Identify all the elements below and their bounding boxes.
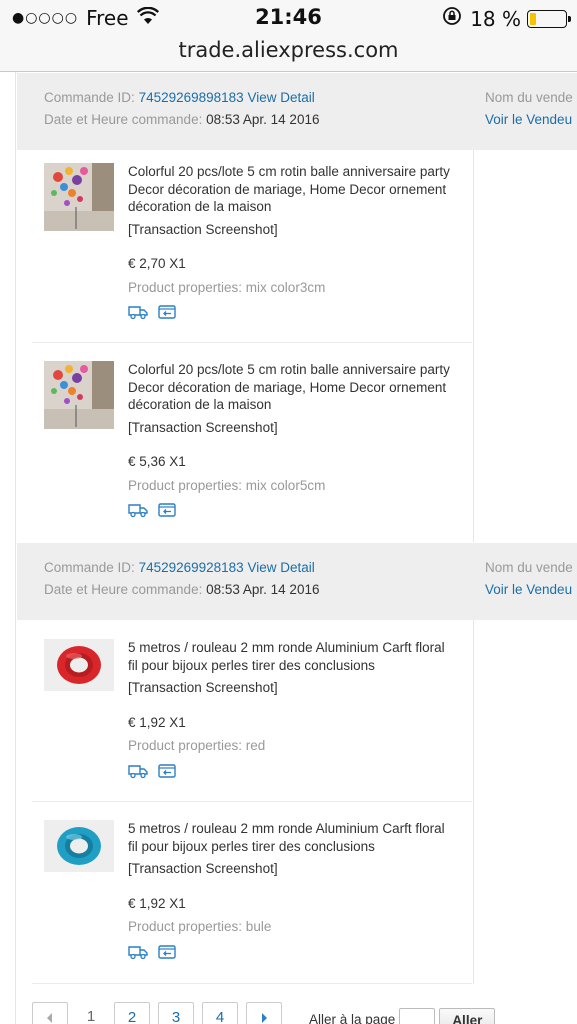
transaction-screenshot-link[interactable]: [Transaction Screenshot] [128, 419, 458, 437]
product-title[interactable]: 5 metros / rouleau 2 mm ronde Aluminium … [128, 820, 458, 855]
product-image-blue-wire[interactable] [44, 820, 114, 888]
page-4[interactable]: 4 [202, 1002, 238, 1024]
chevron-left-icon [47, 1013, 52, 1023]
transaction-screenshot-link[interactable]: [Transaction Screenshot] [128, 860, 458, 878]
product-properties: Product properties: red [128, 738, 266, 753]
order-id-link[interactable]: 74529269928183 [139, 560, 244, 575]
product-separator [32, 983, 472, 984]
goto-page-button[interactable]: Aller [439, 1008, 496, 1024]
url-bar[interactable]: trade.aliexpress.com [0, 36, 577, 72]
shipping-truck-icon[interactable] [128, 304, 148, 320]
return-box-icon[interactable] [158, 944, 176, 960]
transaction-screenshot-link[interactable]: [Transaction Screenshot] [128, 221, 458, 239]
goto-page-label: Aller à la page [309, 1012, 396, 1024]
next-page-button[interactable] [246, 1002, 282, 1024]
view-seller-link[interactable]: Voir le Vendeu [485, 579, 573, 601]
order-id-link[interactable]: 74529269898183 [139, 90, 244, 105]
battery-percent: 18 % [470, 6, 521, 31]
page-3[interactable]: 3 [158, 1002, 194, 1024]
goto-page: Aller à la page Aller [309, 1008, 496, 1024]
order-header: Commande ID: 74529269898183 View Detail … [17, 73, 577, 150]
seller-name-label: Nom du vende [485, 560, 573, 575]
product-separator [32, 342, 472, 343]
shipping-truck-icon[interactable] [128, 763, 148, 779]
prev-page-button[interactable] [32, 1002, 68, 1024]
product-properties: Product properties: mix color3cm [128, 279, 326, 295]
view-detail-link[interactable]: View Detail [247, 90, 314, 105]
order-header: Commande ID: 74529269928183 View Detail … [17, 543, 577, 620]
goto-page-input[interactable] [399, 1008, 436, 1024]
product-price: € 5,36 X1 [128, 454, 186, 469]
return-box-icon[interactable] [158, 763, 176, 779]
product-price: € 2,70 X1 [128, 256, 186, 271]
shipping-truck-icon[interactable] [128, 502, 148, 518]
product-price: € 1,92 X1 [128, 895, 186, 911]
product-title[interactable]: Colorful 20 pcs/lote 5 cm rotin balle an… [128, 361, 458, 414]
view-seller-link[interactable]: Voir le Vendeu [485, 109, 573, 131]
order-id-label: Commande ID: [44, 90, 135, 105]
order-date: 08:53 Apr. 14 2016 [206, 582, 320, 597]
return-box-icon[interactable] [158, 502, 176, 518]
status-bar: ●○○○○ Free 21:46 18 % [0, 0, 577, 36]
product-image-colorful-balls[interactable] [44, 361, 114, 429]
column-divider [473, 620, 474, 984]
return-box-icon[interactable] [158, 304, 176, 320]
product-properties: Product properties: bule [128, 919, 272, 934]
seller-name-label: Nom du vende [485, 90, 573, 105]
page-2[interactable]: 2 [114, 1002, 150, 1024]
product-separator [32, 801, 472, 802]
view-detail-link[interactable]: View Detail [247, 560, 314, 575]
transaction-screenshot-link[interactable]: [Transaction Screenshot] [128, 679, 458, 697]
product-price: € 1,92 X1 [128, 714, 186, 730]
shipping-truck-icon[interactable] [128, 944, 148, 960]
chevron-right-icon [262, 1013, 267, 1023]
page-1: 1 [76, 1002, 106, 1024]
url-domain: trade.aliexpress.com [178, 38, 399, 62]
battery-icon [527, 9, 571, 28]
order-date: 08:53 Apr. 14 2016 [206, 112, 320, 127]
order-date-label: Date et Heure commande: [44, 582, 203, 597]
product-title[interactable]: 5 metros / rouleau 2 mm ronde Aluminium … [128, 639, 458, 674]
product-title[interactable]: Colorful 20 pcs/lote 5 cm rotin balle an… [128, 163, 458, 216]
product-image-red-wire[interactable] [44, 639, 114, 707]
pagination: 1 2 3 4 [32, 1002, 282, 1024]
order-date-label: Date et Heure commande: [44, 112, 203, 127]
order-id-label: Commande ID: [44, 560, 135, 575]
rotation-lock-icon [442, 6, 462, 31]
product-properties: Product properties: mix color5cm [128, 477, 326, 493]
product-image-colorful-balls[interactable] [44, 163, 114, 231]
column-divider [473, 150, 474, 542]
